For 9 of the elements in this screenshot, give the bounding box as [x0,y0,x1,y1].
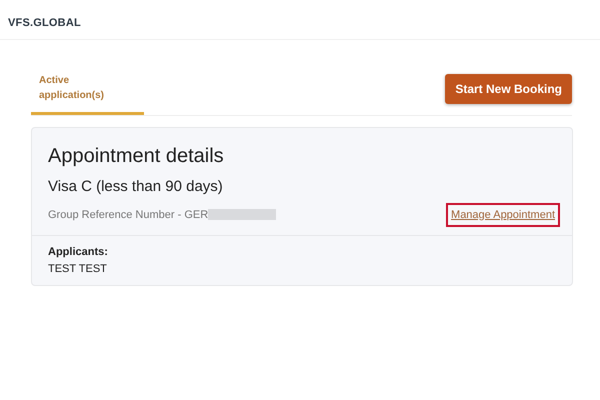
logo[interactable]: VFS.GLOBAL [8,17,81,29]
card-title: Appointment details [48,144,225,168]
applicant-name: TEST TEST [48,262,108,276]
start-booking-button[interactable]: Start New Booking [445,74,572,104]
tab[interactable]: Active application(s) [31,73,144,115]
manage-appointment-link[interactable]: Manage Appointment [446,202,560,227]
visa-type: Visa C (less than 90 days) [48,177,224,197]
applicants-label: Applicants: [48,245,109,260]
reference-label: Group Reference Number - GER [48,208,208,222]
